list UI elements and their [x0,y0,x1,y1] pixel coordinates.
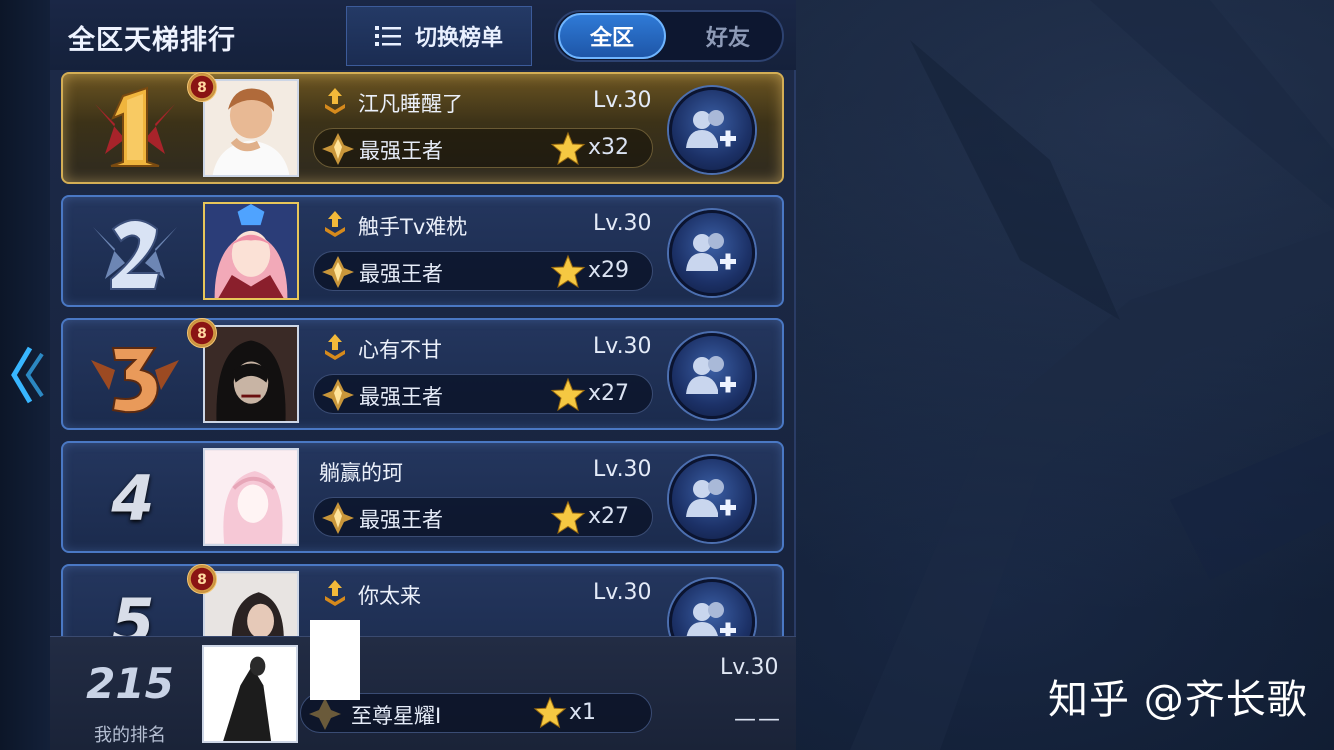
leaderboard-row: 触手Tv难枕 Lv.30 最强王者 x29 [61,195,784,307]
rank-2-emblem [93,219,177,290]
add-friend-button[interactable] [669,210,755,296]
tab-friends[interactable]: 好友 [674,13,782,59]
tier-name: 最强王者 [359,508,443,532]
add-friend-button[interactable] [669,333,755,419]
star-icon [550,254,586,289]
tier-name: 最强王者 [359,262,443,286]
star-count: x32 [588,135,630,160]
avatar-image [205,81,297,175]
noble-icon [325,334,345,360]
tab-all-region[interactable]: 全区 [558,13,666,59]
double-chevron-left-icon[interactable] [6,340,46,410]
level-badge: 8 [187,564,217,594]
add-friend-icon [686,110,736,148]
my-action-placeholder: —— [734,707,782,732]
rank-number: 4 [111,462,155,535]
star-count: x27 [588,381,630,406]
leaderboard-row: 4 躺赢的珂 Lv.30 最强王者 x27 [61,441,784,553]
avatar-image [204,647,296,741]
rank-1-emblem [95,86,175,167]
level-badge: 8 [187,318,217,348]
avatar[interactable] [203,325,299,423]
player-level: Lv.30 [593,580,652,605]
tier-pill: 最强王者 x27 [313,497,653,537]
tier-emblem-icon [322,379,354,411]
player-level: Lv.30 [593,211,652,236]
avatar-image [205,450,297,544]
my-rank-bar: 215 我的排名 Lv.30 至尊星耀I x1 —— [50,636,796,750]
watermark: 知乎 @齐长歌 [1048,677,1308,723]
add-friend-button[interactable] [669,87,755,173]
tier-emblem-icon [322,133,354,165]
switch-leaderboard-button[interactable]: 切换榜单 [346,6,532,66]
player-name: 躺赢的珂 [319,461,403,485]
noble-icon [325,88,345,114]
player-level: Lv.30 [593,334,652,359]
add-friend-icon [686,479,736,517]
tier-name: 最强王者 [359,139,443,163]
list-icon [374,26,401,46]
background-emblem [850,0,1334,750]
tier-emblem-icon [322,502,354,534]
avatar[interactable] [203,79,299,177]
leaderboard-row: 8 江凡睡醒了 Lv.30 最强王者 x32 [61,72,784,184]
my-rank-number: 215 [86,659,174,708]
my-level: Lv.30 [720,655,779,680]
star-icon [550,377,586,412]
avatar-image [205,327,297,421]
star-count: x29 [588,258,630,283]
star-icon [533,696,567,729]
leaderboard-row: 8 心有不甘 Lv.30 最强王者 x27 [61,318,784,430]
level-badge: 8 [187,72,217,102]
player-level: Lv.30 [593,457,652,482]
player-name: 触手Tv难枕 [358,215,468,239]
scope-toggle: 全区 好友 [554,10,784,62]
my-star-count: x1 [569,700,597,725]
noble-icon [325,580,345,606]
player-level: Lv.30 [593,88,652,113]
noble-icon [325,211,345,237]
tier-name: 最强王者 [359,385,443,409]
page-title: 全区天梯排行 [68,25,236,56]
tier-emblem-icon [309,698,341,730]
player-name: 江凡睡醒了 [358,92,463,116]
my-rank-label: 我的排名 [94,725,166,746]
avatar[interactable] [203,448,299,546]
switch-leaderboard-label: 切换榜单 [414,26,503,51]
star-icon [550,131,586,166]
tier-pill: 最强王者 x27 [313,374,653,414]
add-friend-button[interactable] [669,456,755,542]
redaction-block [310,620,360,700]
rank-3-emblem [91,347,179,414]
avatar-image [205,204,297,298]
leaderboard-panel: 全区天梯排行 切换榜单 全区 好友 8 江凡睡醒了 Lv.30 最强王者 x32… [50,0,796,750]
add-friend-icon [686,233,736,271]
my-tier-name: 至尊星耀I [351,704,442,728]
tier-emblem-icon [322,256,354,288]
player-name: 你太来 [358,584,421,608]
my-avatar[interactable] [202,645,298,743]
leaderboard-header: 全区天梯排行 切换榜单 全区 好友 [50,0,796,70]
avatar[interactable] [203,202,299,300]
add-friend-icon [686,356,736,394]
star-count: x27 [588,504,630,529]
tier-pill: 最强王者 x32 [313,128,653,168]
tier-pill: 最强王者 x29 [313,251,653,291]
player-name: 心有不甘 [358,338,442,362]
star-icon [550,500,586,535]
